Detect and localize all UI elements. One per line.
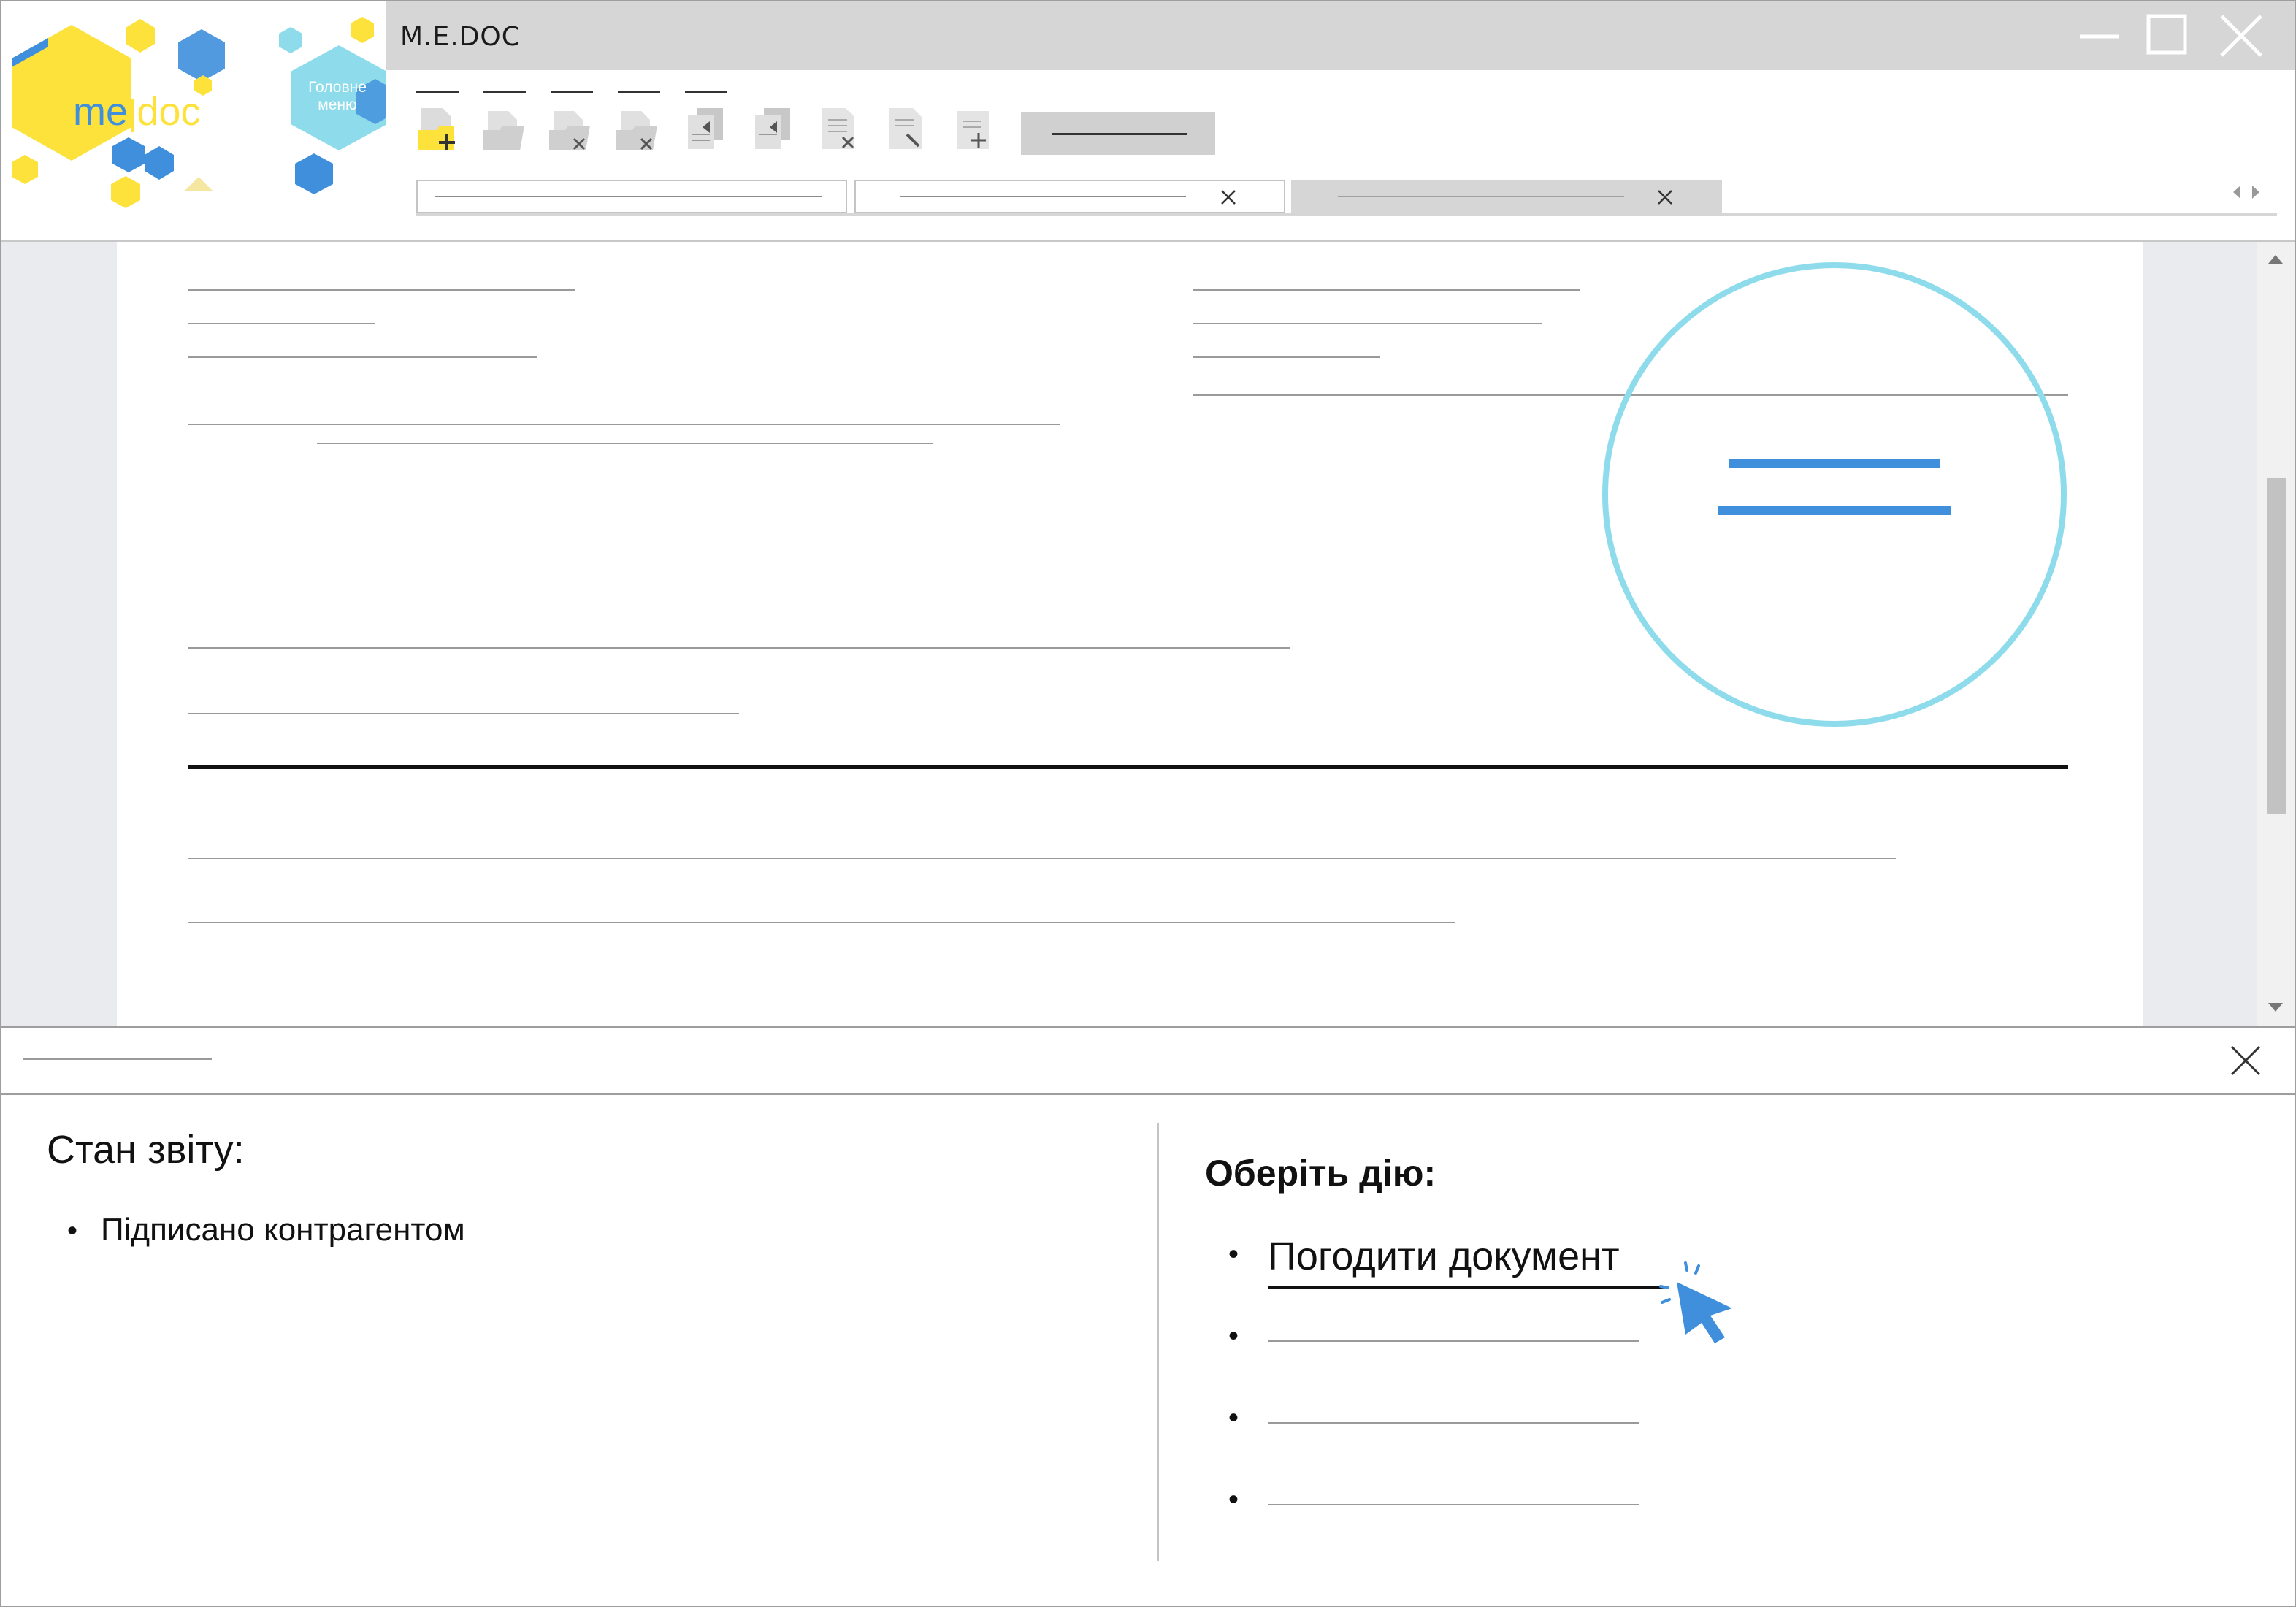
- document-viewer: [1, 242, 2295, 1026]
- action-item-placeholder[interactable]: [1268, 1504, 1639, 1505]
- logo-area: me|doc Головне меню: [1, 1, 387, 240]
- bullet: •: [67, 1215, 78, 1247]
- bullet: •: [1228, 1484, 1239, 1516]
- main-menu-button[interactable]: Головне меню: [292, 79, 383, 114]
- reject-document-icon[interactable]: [818, 105, 865, 152]
- cursor-click-icon: [1659, 1261, 1732, 1343]
- maximize-icon[interactable]: [2141, 13, 2192, 57]
- scroll-thumb: [2267, 478, 2286, 814]
- bottom-panel: Стан звіту: • Підписано контрагентом Обе…: [1, 1026, 2295, 1606]
- app-window: me|doc Головне меню M.E.DOC Стан звіту: …: [0, 0, 2296, 1607]
- delete-folder-icon[interactable]: [615, 105, 662, 152]
- tab-close-icon[interactable]: [1220, 188, 1237, 206]
- toolbar: [386, 70, 2295, 240]
- minimize-icon[interactable]: [2074, 13, 2125, 57]
- scroll-down-icon: [2268, 1003, 2283, 1012]
- link-underline: [1268, 1286, 1668, 1289]
- approve-document-link[interactable]: Погодити документ: [1268, 1234, 1620, 1279]
- scroll-up-icon: [2268, 255, 2283, 264]
- status-title: Стан звіту:: [47, 1128, 245, 1172]
- panel-close-icon[interactable]: [2227, 1042, 2265, 1080]
- add-document-icon[interactable]: [952, 105, 999, 152]
- panel-header: [1, 1028, 2295, 1095]
- tab-scroll-arrows-icon[interactable]: [2230, 181, 2267, 203]
- panel-divider: [1157, 1123, 1159, 1561]
- move-document-icon[interactable]: [751, 105, 797, 152]
- vertical-scrollbar[interactable]: [2257, 242, 2295, 1026]
- close-icon[interactable]: [2214, 13, 2265, 57]
- action-title: Оберіть дію:: [1205, 1153, 1436, 1194]
- tab-2[interactable]: [854, 180, 1285, 213]
- document-page: [117, 242, 2143, 1026]
- bullet: •: [1228, 1238, 1239, 1270]
- bullet: •: [1228, 1320, 1239, 1352]
- tab-1[interactable]: [416, 180, 847, 213]
- edit-document-icon[interactable]: [885, 105, 932, 152]
- logo-text-me: me: [73, 90, 129, 134]
- new-document-icon[interactable]: [416, 105, 463, 152]
- tab-close-icon[interactable]: [1656, 188, 1674, 206]
- bullet: •: [1228, 1402, 1239, 1434]
- toolbar-action-button[interactable]: [1021, 112, 1215, 155]
- open-folder-icon[interactable]: [482, 105, 529, 152]
- app-title: M.E.DOC: [400, 22, 521, 52]
- delete-document-icon[interactable]: [548, 105, 594, 152]
- approval-stamp-icon: [1602, 262, 2067, 727]
- status-item: Підписано контрагентом: [101, 1212, 465, 1248]
- title-bar: [386, 1, 2295, 70]
- copy-document-icon[interactable]: [684, 105, 730, 152]
- action-item-placeholder[interactable]: [1268, 1422, 1639, 1424]
- logo-text-doc: doc: [137, 90, 201, 134]
- tab-bar-bottom-line: [416, 213, 2277, 216]
- action-item-placeholder[interactable]: [1268, 1340, 1639, 1342]
- tab-3-active[interactable]: [1291, 180, 1722, 213]
- main-menu-label: Головне меню: [308, 79, 367, 113]
